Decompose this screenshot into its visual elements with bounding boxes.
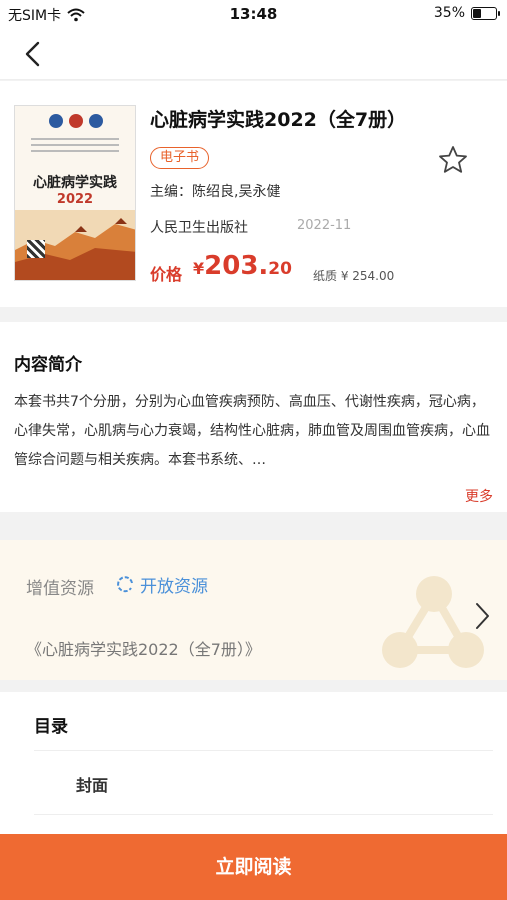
book-publisher: 人民卫生出版社 bbox=[150, 220, 248, 236]
intro-section: 内容简介 本套书共7个分册，分别为心血管疾病预防、高血压、代谢性疾病，冠心病，心… bbox=[0, 322, 507, 512]
book-editor: 主编：陈绍良,吴永健 bbox=[150, 184, 281, 200]
price-label: 价格 bbox=[150, 265, 183, 284]
chevron-left-icon[interactable] bbox=[18, 38, 50, 70]
divider bbox=[34, 814, 493, 815]
divider bbox=[34, 750, 493, 751]
status-right: 35% bbox=[433, 5, 500, 21]
book-pub-date: 2022-11 bbox=[297, 218, 352, 233]
resources-heading: 增值资源 bbox=[26, 579, 94, 599]
ebook-badge: 电子书 bbox=[150, 147, 210, 169]
refresh-icon bbox=[117, 575, 133, 592]
price-currency: ¥ bbox=[193, 259, 205, 278]
toc-section: 目录 封面 bbox=[0, 692, 507, 834]
resource-item[interactable]: 《心脏病学实践2022（全7册）》 bbox=[26, 636, 261, 660]
book-card: 心脏病学实践 2022 心脏病学实践2022（全7册） 电子书 主编：陈绍良,吴… bbox=[0, 81, 507, 307]
book-cover[interactable]: 心脏病学实践 2022 bbox=[14, 105, 136, 281]
price-decimal: 20 bbox=[268, 259, 292, 279]
toc-heading: 目录 bbox=[34, 717, 68, 737]
intro-heading: 内容简介 bbox=[14, 355, 82, 375]
cover-title: 心脏病学实践 bbox=[33, 175, 117, 191]
cover-qr-code bbox=[27, 240, 45, 258]
read-now-button[interactable]: 立即阅读 bbox=[0, 834, 507, 900]
price-value: ¥203.20 bbox=[193, 251, 292, 281]
toc-item-cover[interactable]: 封面 bbox=[76, 772, 108, 796]
resources-section[interactable]: 增值资源 开放资源 《心脏病学实践2022（全7册）》 bbox=[0, 540, 507, 680]
status-bar: 无SIM卡 13:48 35% bbox=[0, 0, 507, 28]
intro-text: 本套书共7个分册，分别为心血管疾病预防、高血压、代谢性疾病，冠心病，心律失常，心… bbox=[14, 394, 490, 468]
cover-english-title bbox=[25, 134, 125, 164]
clock: 13:48 bbox=[229, 5, 278, 23]
battery-icon bbox=[471, 6, 500, 20]
nav-bar bbox=[0, 28, 507, 80]
intro-more-link[interactable]: 更多 bbox=[465, 486, 493, 506]
star-outline-icon[interactable] bbox=[437, 144, 469, 176]
paper-price: 纸质 ¥ 254.00 bbox=[313, 269, 395, 283]
book-title: 心脏病学实践2022（全7册） bbox=[150, 109, 407, 131]
cover-year: 2022 bbox=[56, 192, 94, 207]
battery-percent: 35% bbox=[433, 5, 465, 21]
open-resource-label: 开放资源 bbox=[140, 577, 208, 597]
price-integer: 203. bbox=[204, 251, 269, 281]
cover-logos bbox=[45, 114, 107, 128]
open-resource-tag[interactable]: 开放资源 bbox=[116, 572, 208, 597]
chevron-right-icon[interactable] bbox=[472, 600, 492, 632]
